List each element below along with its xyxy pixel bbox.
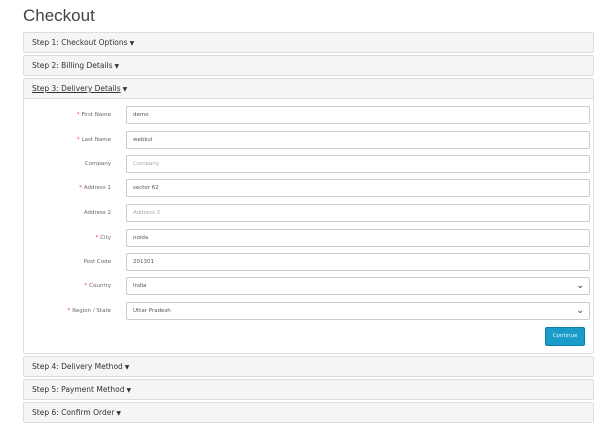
country-value: India — [133, 283, 147, 289]
step-label: Step 1: Checkout Options — [32, 38, 128, 47]
chevron-down-icon: ⌄ — [576, 281, 584, 291]
step-2-panel: Step 2: Billing Details ▼ — [23, 55, 594, 76]
address-1-label: * Address 1 — [79, 185, 111, 191]
caret-down-icon: ▼ — [124, 364, 130, 371]
post-code-input[interactable]: 201301 — [126, 253, 590, 271]
step-label: Step 5: Payment Method — [32, 385, 125, 394]
step-2-header[interactable]: Step 2: Billing Details ▼ — [24, 56, 593, 75]
step-3-panel: Step 3: Delivery Details ▼ * First Name dem… — [23, 78, 594, 354]
address-2-label: Address 2 — [83, 210, 111, 216]
step-4-panel: Step 4: Delivery Method ▼ — [23, 356, 594, 377]
step-6-header[interactable]: Step 6: Confirm Order ▼ — [24, 403, 593, 422]
address-2-input[interactable]: Address 2 — [126, 204, 590, 222]
delivery-details-form: * First Name demo * Last Name webkul Company… — [24, 98, 593, 353]
step-6-panel: Step 6: Confirm Order ▼ — [23, 402, 594, 423]
step-label: Step 6: Confirm Order — [32, 408, 115, 417]
step-label: Step 4: Delivery Method — [32, 362, 123, 371]
region-select[interactable]: Uttar Pradesh ⌄ — [126, 302, 590, 320]
last-name-input[interactable]: webkul — [126, 131, 590, 149]
region-value: Uttar Pradesh — [133, 308, 171, 314]
first-name-input[interactable]: demo — [126, 106, 590, 124]
step-5-panel: Step 5: Payment Method ▼ — [23, 379, 594, 400]
step-label: Step 3: Delivery Details — [32, 84, 121, 93]
post-code-label: Post Code — [83, 259, 111, 265]
page-title: Checkout — [23, 6, 95, 25]
company-input[interactable]: Company — [126, 155, 590, 173]
city-label: * City — [95, 235, 111, 241]
caret-down-icon: ▼ — [129, 40, 135, 47]
city-input[interactable]: noida — [126, 229, 590, 247]
company-label: Company — [84, 161, 111, 167]
address-1-input[interactable]: sector 62 — [126, 179, 590, 197]
caret-down-icon: ▼ — [126, 387, 132, 394]
step-4-header[interactable]: Step 4: Delivery Method ▼ — [24, 357, 593, 376]
step-1-panel: Step 1: Checkout Options ▼ — [23, 32, 594, 53]
first-name-label: * First Name — [76, 112, 111, 118]
step-3-header[interactable]: Step 3: Delivery Details ▼ — [24, 79, 593, 98]
country-label: * Country — [84, 283, 111, 289]
caret-down-icon: ▼ — [122, 86, 128, 93]
step-5-header[interactable]: Step 5: Payment Method ▼ — [24, 380, 593, 399]
step-label: Step 2: Billing Details — [32, 61, 113, 70]
caret-down-icon: ▼ — [114, 63, 120, 70]
continue-button[interactable]: Continue — [545, 327, 585, 346]
country-select[interactable]: India ⌄ — [126, 277, 590, 295]
caret-down-icon: ▼ — [116, 410, 122, 417]
region-label: * Region / State — [67, 308, 112, 314]
last-name-label: * Last Name — [76, 137, 111, 143]
step-1-header[interactable]: Step 1: Checkout Options ▼ — [24, 33, 593, 52]
chevron-down-icon: ⌄ — [576, 306, 584, 316]
